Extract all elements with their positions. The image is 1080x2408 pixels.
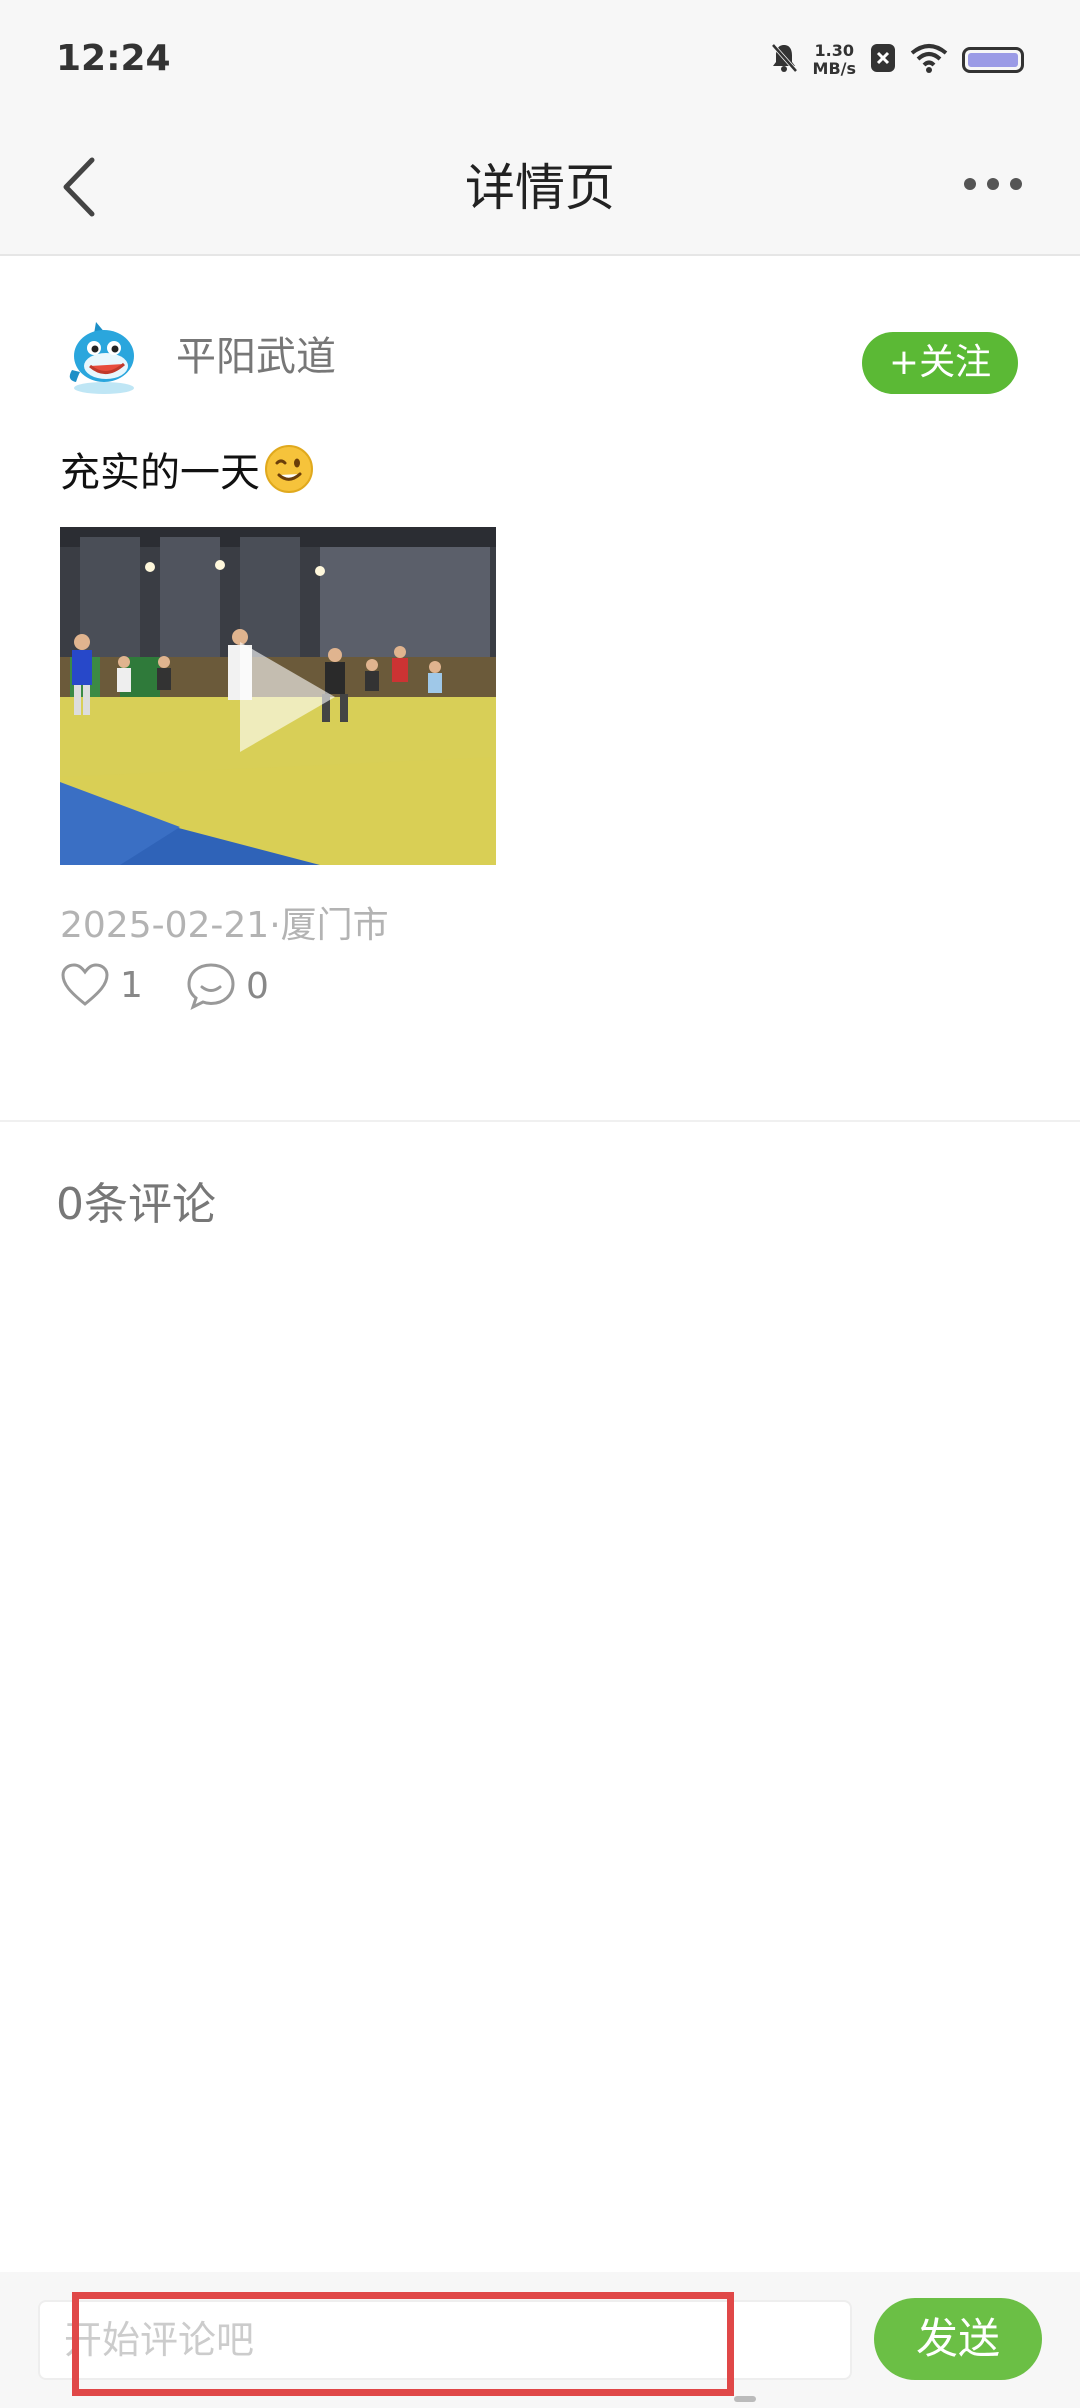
meta-separator: · — [269, 905, 281, 946]
section-divider — [0, 1120, 1080, 1122]
comment-button[interactable]: 0 — [186, 962, 269, 1010]
like-count: 1 — [120, 964, 143, 1006]
post-text: 充实的一天 — [60, 440, 314, 498]
video-thumbnail[interactable] — [60, 527, 496, 865]
net-speed-value: 1.30 — [814, 41, 854, 60]
net-speed: 1.30 MB/s — [813, 42, 856, 78]
follow-button[interactable]: +关注 — [862, 332, 1018, 394]
avatar[interactable] — [66, 318, 142, 396]
close-box-icon — [870, 43, 896, 77]
post-date: 2025-02-21 — [60, 905, 270, 946]
comments-count: 0条评论 — [56, 1179, 216, 1230]
post-meta: 2025-02-21·厦门市 — [60, 896, 389, 948]
battery-icon — [962, 47, 1024, 73]
wink-emoji-icon — [264, 444, 314, 494]
net-speed-unit: MB/s — [812, 59, 856, 78]
send-button[interactable]: 发送 — [874, 2298, 1042, 2380]
status-time: 12:24 — [56, 38, 171, 79]
comment-bubble-icon — [187, 963, 235, 1010]
dolphin-avatar-icon — [69, 322, 134, 394]
author-name[interactable]: 平阳武道 — [176, 324, 336, 382]
status-icons: 1.30 MB/s — [769, 42, 1024, 78]
app-header: 详情页 — [0, 124, 1080, 256]
home-indicator — [734, 2396, 756, 2402]
play-icon[interactable] — [230, 637, 340, 757]
more-button[interactable] — [958, 154, 1028, 214]
comment-count: 0 — [246, 965, 269, 1007]
more-horizontal-icon — [964, 178, 1022, 190]
comment-bar: 发送 — [0, 2272, 1080, 2408]
detail-screen: 12:24 1.30 MB/s 详情页 平阳武道 +关注 充实的一天 2025-… — [0, 0, 1080, 2408]
status-bar: 12:24 1.30 MB/s — [0, 0, 1080, 124]
heart-icon — [61, 963, 109, 1006]
page-title: 详情页 — [465, 159, 615, 217]
bell-off-icon — [769, 42, 799, 78]
wifi-icon — [910, 43, 948, 77]
comment-input[interactable] — [38, 2300, 852, 2380]
post-text-content: 充实的一天 — [60, 450, 260, 496]
post-location: 厦门市 — [280, 905, 389, 946]
battery-level — [968, 53, 1018, 67]
like-button[interactable]: 1 — [60, 962, 143, 1008]
